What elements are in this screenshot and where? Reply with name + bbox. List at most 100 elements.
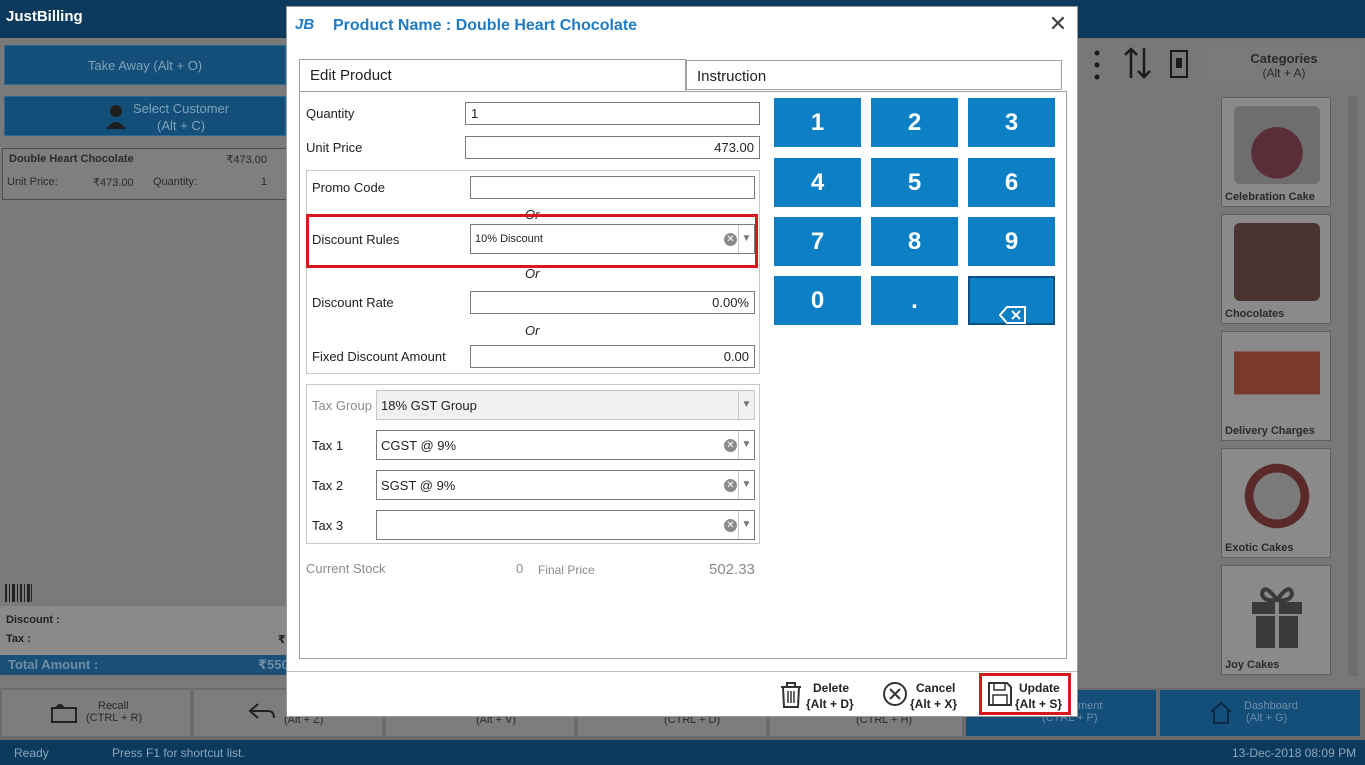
tab-instruction[interactable]: Instruction <box>686 60 1062 90</box>
discount-rules-highlight <box>306 214 758 268</box>
delete-button[interactable]: Delete {Alt + D} <box>779 677 861 713</box>
keypad-decimal-button[interactable]: . <box>871 276 958 325</box>
undo-icon <box>248 700 276 725</box>
keypad-8-button[interactable]: 8 <box>871 217 958 266</box>
select-customer-shortcut: (Alt + C) <box>157 118 206 133</box>
edit-product-dialog: JB Product Name : Double Heart Chocolate… <box>286 6 1078 717</box>
keypad-1-button[interactable]: 1 <box>774 98 861 147</box>
promo-code-label: Promo Code <box>312 180 385 195</box>
keypad-5-button[interactable]: 5 <box>871 158 958 207</box>
dashboard-shortcut: (Alt + G) <box>1246 712 1288 724</box>
final-price-value: 502.33 <box>709 561 755 578</box>
tax2-select[interactable]: SGST @ 9% ✕ ▼ <box>376 470 755 500</box>
status-bar: Ready Press F1 for shortcut list. 13-Dec… <box>0 740 1365 765</box>
tax3-select[interactable]: ✕ ▼ <box>376 510 755 540</box>
cancel-shortcut: {Alt + X} <box>910 697 958 711</box>
keypad-7-button[interactable]: 7 <box>774 217 861 266</box>
trash-icon <box>779 681 805 708</box>
or-label: Or <box>525 323 540 338</box>
gift-icon <box>1234 574 1320 652</box>
order-item-unit-price: ₹473.00 <box>93 177 134 189</box>
tax-value: ₹ <box>278 634 286 646</box>
tax1-select[interactable]: CGST @ 9% ✕ ▼ <box>376 430 755 460</box>
keypad-3-button[interactable]: 3 <box>968 98 1055 147</box>
total-amount-value: ₹550 <box>258 657 289 672</box>
update-button-highlight <box>979 673 1071 715</box>
final-price-label: Final Price <box>538 563 595 577</box>
delete-label: Delete <box>813 681 850 695</box>
dashboard-button[interactable]: Dashboard (Alt + G) <box>1160 690 1360 736</box>
clear-icon[interactable]: ✕ <box>724 439 737 452</box>
category-name: Delivery Charges <box>1225 425 1315 437</box>
recall-label: Recall <box>98 700 129 712</box>
order-item-row[interactable]: Double Heart Chocolate ₹473.00 Unit Pric… <box>2 148 288 200</box>
barcode-icon[interactable] <box>4 582 34 604</box>
footer-divider <box>287 671 1077 672</box>
quantity-input[interactable]: 1 <box>465 102 760 125</box>
select-customer-button[interactable]: Select Customer (Alt + C) <box>4 96 286 136</box>
unit-price-input[interactable]: 473.00 <box>465 136 760 159</box>
category-thumbnail <box>1234 457 1320 535</box>
chevron-down-icon[interactable]: ▼ <box>738 431 754 459</box>
total-amount-label: Total Amount : <box>8 657 99 672</box>
category-card[interactable]: Delivery Charges <box>1221 331 1331 441</box>
customer-icon <box>105 103 127 129</box>
keypad-backspace-button[interactable] <box>968 276 1055 325</box>
clear-icon[interactable]: ✕ <box>724 519 737 532</box>
recall-shortcut: (CTRL + R) <box>86 712 143 724</box>
take-away-button[interactable]: Take Away (Alt + O) <box>4 45 286 85</box>
total-amount-bar: Total Amount : ₹550 <box>0 655 290 675</box>
tax2-value: SGST @ 9% <box>381 478 456 493</box>
category-thumbnail <box>1234 106 1320 184</box>
keypad-0-button[interactable]: 0 <box>774 276 861 325</box>
category-name: Joy Cakes <box>1225 659 1280 671</box>
categories-shortcut: (Alt + A) <box>1262 66 1306 80</box>
categories-label: Categories <box>1250 51 1318 66</box>
order-item-price: ₹473.00 <box>226 154 267 166</box>
promo-code-input[interactable] <box>470 176 755 199</box>
category-thumbnail <box>1234 340 1320 418</box>
category-card[interactable]: Joy Cakes <box>1221 565 1331 675</box>
order-item-quantity-label: Quantity: <box>153 176 198 188</box>
backspace-icon <box>998 292 1027 324</box>
cancel-button[interactable]: Cancel {Alt + X} <box>882 677 962 713</box>
recall-button[interactable]: Recall (CTRL + R) <box>2 690 190 736</box>
edit-product-panel: Quantity 1 Unit Price 473.00 Promo Code … <box>299 91 1067 659</box>
keypad-4-button[interactable]: 4 <box>774 158 861 207</box>
report-icon[interactable] <box>1170 50 1188 78</box>
cancel-icon <box>882 681 908 707</box>
categories-button[interactable]: Categories (Alt + A) <box>1208 45 1360 87</box>
keypad-6-button[interactable]: 6 <box>968 158 1055 207</box>
tax3-label: Tax 3 <box>312 518 344 533</box>
order-item-quantity: 1 <box>260 176 267 188</box>
close-icon[interactable]: ✕ <box>1047 13 1069 35</box>
order-item-name: Double Heart Chocolate <box>9 153 134 165</box>
clear-icon[interactable]: ✕ <box>724 479 737 492</box>
tab-edit-product[interactable]: Edit Product <box>299 59 686 92</box>
sort-icon[interactable] <box>1122 46 1154 80</box>
chevron-down-icon[interactable]: ▼ <box>738 471 754 499</box>
cancel-label: Cancel <box>916 681 956 695</box>
category-card[interactable]: Exotic Cakes <box>1221 448 1331 558</box>
dialog-title: Product Name : Double Heart Chocolate <box>333 17 638 34</box>
current-stock-label: Current Stock <box>306 561 386 576</box>
home-icon <box>1208 700 1234 729</box>
discount-rate-label: Discount Rate <box>312 295 394 310</box>
keypad-9-button[interactable]: 9 <box>968 217 1055 266</box>
category-name: Celebration Cake <box>1225 191 1315 203</box>
tax-group-label: Tax Group <box>312 398 372 413</box>
category-card[interactable]: Chocolates <box>1221 214 1331 324</box>
dashboard-label: Dashboard <box>1244 700 1298 712</box>
status-ready: Ready <box>14 746 49 760</box>
status-hint: Press F1 for shortcut list. <box>112 746 245 760</box>
fixed-discount-label: Fixed Discount Amount <box>312 349 446 364</box>
discount-rate-input[interactable]: 0.00% <box>470 291 755 314</box>
chevron-down-icon[interactable]: ▼ <box>738 511 754 539</box>
dialog-title-bar: JB Product Name : Double Heart Chocolate… <box>287 7 1077 45</box>
categories-scrollbar[interactable] <box>1348 96 1358 676</box>
category-card[interactable]: Celebration Cake <box>1221 97 1331 207</box>
keypad-2-button[interactable]: 2 <box>871 98 958 147</box>
fixed-discount-input[interactable]: 0.00 <box>470 345 755 368</box>
tax1-label: Tax 1 <box>312 438 344 453</box>
more-icon[interactable] <box>1092 48 1102 82</box>
